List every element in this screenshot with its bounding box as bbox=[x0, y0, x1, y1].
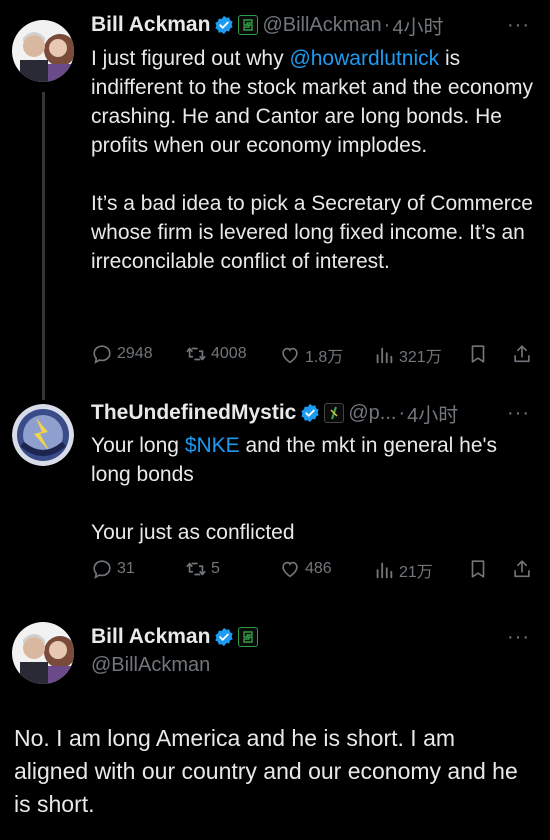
share-button[interactable] bbox=[511, 558, 537, 580]
reply-count: 31 bbox=[117, 560, 135, 577]
avatar[interactable] bbox=[12, 622, 74, 684]
text-paragraph: It’s a bad idea to pick a Secretary of C… bbox=[91, 192, 533, 273]
tweet-header: Bill Ackman @BillAckman · 4小时 bbox=[91, 10, 443, 40]
main-tweet: Bill Ackman @BillAckman ··· No. I am lon… bbox=[0, 600, 550, 840]
more-options-icon[interactable]: ··· bbox=[507, 626, 530, 649]
timestamp[interactable]: 4小时 bbox=[407, 399, 458, 428]
tweet-text: I just figured out why @howardlutnick is… bbox=[91, 44, 536, 276]
tweet-header: Bill Ackman bbox=[91, 622, 259, 652]
text-paragraph: Your just as conflicted bbox=[91, 521, 295, 544]
author-name[interactable]: Bill Ackman bbox=[91, 13, 210, 37]
reply-button[interactable]: 2948 bbox=[91, 343, 153, 365]
verified-badge-icon bbox=[301, 403, 319, 423]
author-name[interactable]: TheUndefinedMystic bbox=[91, 401, 296, 425]
retweet-icon bbox=[186, 347, 206, 361]
author-handle[interactable]: @BillAckman bbox=[91, 654, 210, 677]
views-count: 321万 bbox=[399, 349, 442, 366]
bookmark-icon bbox=[471, 345, 485, 363]
affiliation-badge-icon[interactable] bbox=[238, 627, 259, 647]
retweet-count: 4008 bbox=[211, 345, 247, 362]
action-bar: 31 5 486 21万 bbox=[91, 558, 541, 582]
like-button[interactable]: 486 bbox=[279, 558, 332, 580]
separator-dot: · bbox=[383, 13, 391, 36]
retweet-count: 5 bbox=[211, 560, 220, 577]
affiliation-badge-icon[interactable] bbox=[324, 403, 345, 423]
bookmark-button[interactable] bbox=[467, 343, 493, 365]
cashtag-link[interactable]: $NKE bbox=[185, 434, 240, 457]
affiliation-badge-icon[interactable] bbox=[238, 15, 259, 35]
bookmark-button[interactable] bbox=[467, 558, 493, 580]
views-count: 21万 bbox=[399, 564, 433, 581]
retweet-icon bbox=[186, 562, 206, 576]
text-segment: Your long bbox=[91, 434, 185, 457]
share-icon bbox=[514, 560, 530, 578]
heart-icon bbox=[282, 347, 298, 364]
more-options-icon[interactable]: ··· bbox=[507, 402, 530, 425]
retweet-button[interactable]: 4008 bbox=[185, 343, 247, 365]
action-bar: 2948 4008 1.8万 321万 bbox=[91, 343, 541, 367]
verified-badge-icon bbox=[215, 15, 234, 35]
bookmark-icon bbox=[471, 560, 485, 578]
mention-link[interactable]: @howardlutnick bbox=[289, 47, 439, 70]
share-icon bbox=[514, 345, 530, 363]
share-button[interactable] bbox=[511, 343, 537, 365]
more-options-icon[interactable]: ··· bbox=[507, 14, 530, 37]
views-icon bbox=[376, 347, 393, 364]
heart-icon bbox=[282, 561, 298, 578]
verified-badge-icon bbox=[215, 627, 234, 647]
main-tweet-text: No. I am long America and he is short. I… bbox=[14, 725, 518, 817]
reply-icon bbox=[93, 345, 111, 364]
author-handle[interactable]: @BillAckman bbox=[262, 14, 381, 37]
tweet-header: TheUndefinedMystic @p... · 4小时 bbox=[91, 398, 458, 428]
author-handle[interactable]: @p... bbox=[348, 402, 396, 425]
views-icon bbox=[376, 562, 393, 579]
tweet-text: Your long $NKE and the mkt in general he… bbox=[91, 431, 511, 547]
tweet-2[interactable]: TheUndefinedMystic @p... · 4小时 ··· Your … bbox=[0, 390, 550, 600]
timestamp[interactable]: 4小时 bbox=[392, 11, 443, 40]
like-button[interactable]: 1.8万 bbox=[279, 343, 343, 367]
thread-line bbox=[42, 92, 45, 390]
reply-icon bbox=[93, 560, 111, 579]
like-count: 486 bbox=[305, 560, 332, 577]
reply-button[interactable]: 31 bbox=[91, 558, 135, 580]
thread-line bbox=[42, 390, 45, 400]
like-count: 1.8万 bbox=[305, 349, 344, 366]
views-button[interactable]: 21万 bbox=[373, 558, 433, 582]
reply-count: 2948 bbox=[117, 345, 153, 362]
avatar[interactable] bbox=[12, 404, 74, 466]
text-segment: I just figured out why bbox=[91, 47, 290, 70]
separator-dot: · bbox=[398, 401, 406, 424]
views-button[interactable]: 321万 bbox=[373, 343, 442, 367]
avatar[interactable] bbox=[12, 20, 74, 82]
tweet-1[interactable]: Bill Ackman @BillAckman · 4小时 ··· I just… bbox=[0, 0, 550, 390]
retweet-button[interactable]: 5 bbox=[185, 558, 220, 580]
author-name[interactable]: Bill Ackman bbox=[91, 625, 210, 649]
